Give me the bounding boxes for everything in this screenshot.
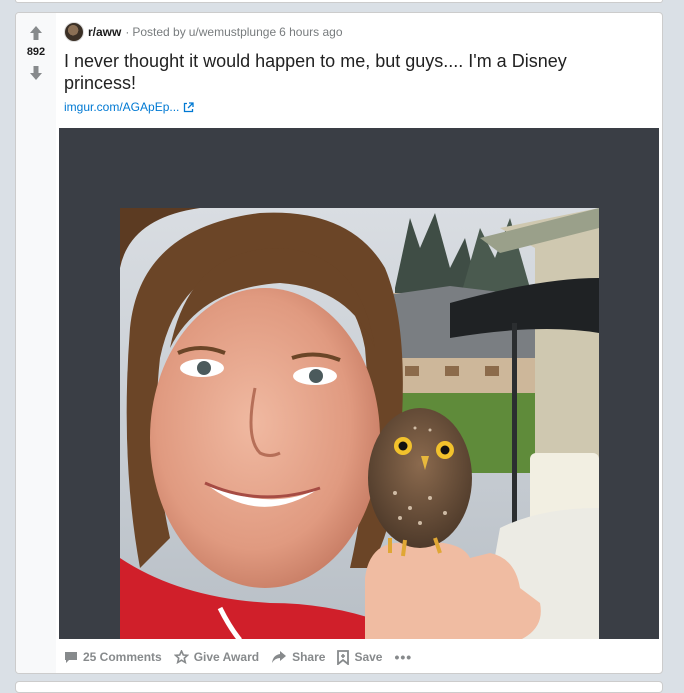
- bookmark-icon: [337, 649, 350, 665]
- post-action-bar: 25 Comments Give Award Share Save •••: [64, 647, 424, 667]
- posted-by-label: Posted by: [132, 25, 186, 39]
- comment-icon: [65, 652, 77, 663]
- post-media[interactable]: [59, 128, 659, 639]
- arrow-up-icon[interactable]: [29, 25, 43, 41]
- post-time: 6 hours ago: [279, 25, 343, 39]
- post-title[interactable]: I never thought it would happen to me, b…: [64, 50, 624, 94]
- previous-post-card: [15, 0, 663, 3]
- vote-column: 892: [16, 13, 56, 673]
- save-label: Save: [354, 650, 383, 664]
- vote-score: 892: [26, 46, 46, 58]
- photo-woman-with-owl: [120, 208, 599, 639]
- share-icon: [272, 651, 287, 663]
- share-button[interactable]: Share: [271, 650, 325, 664]
- comments-button[interactable]: 25 Comments: [64, 650, 162, 664]
- comments-label: 25 Comments: [83, 650, 162, 664]
- post-meta: r/aww · Posted by u/wemustplunge 6 hours…: [64, 22, 343, 42]
- subreddit-link[interactable]: r/aww: [88, 25, 121, 39]
- next-post-card: [15, 681, 663, 693]
- meta-separator: ·: [125, 25, 130, 39]
- award-label: Give Award: [193, 650, 260, 664]
- give-award-button[interactable]: Give Award: [173, 649, 260, 665]
- arrow-down-icon[interactable]: [29, 65, 43, 81]
- post-image[interactable]: [120, 208, 599, 639]
- external-link-icon: [184, 101, 195, 112]
- more-options-button[interactable]: •••: [394, 649, 412, 665]
- post-card[interactable]: 892 r/aww · Posted by u/wemustplunge 6 h…: [15, 12, 663, 674]
- subreddit-avatar[interactable]: [64, 22, 84, 42]
- link-text[interactable]: imgur.com/AGApEp...: [64, 100, 179, 114]
- author-link[interactable]: u/wemustplunge: [189, 25, 276, 39]
- external-link[interactable]: imgur.com/AGApEp...: [64, 100, 195, 114]
- share-label: Share: [292, 650, 326, 664]
- save-button[interactable]: Save: [337, 649, 383, 665]
- award-icon: [173, 649, 189, 664]
